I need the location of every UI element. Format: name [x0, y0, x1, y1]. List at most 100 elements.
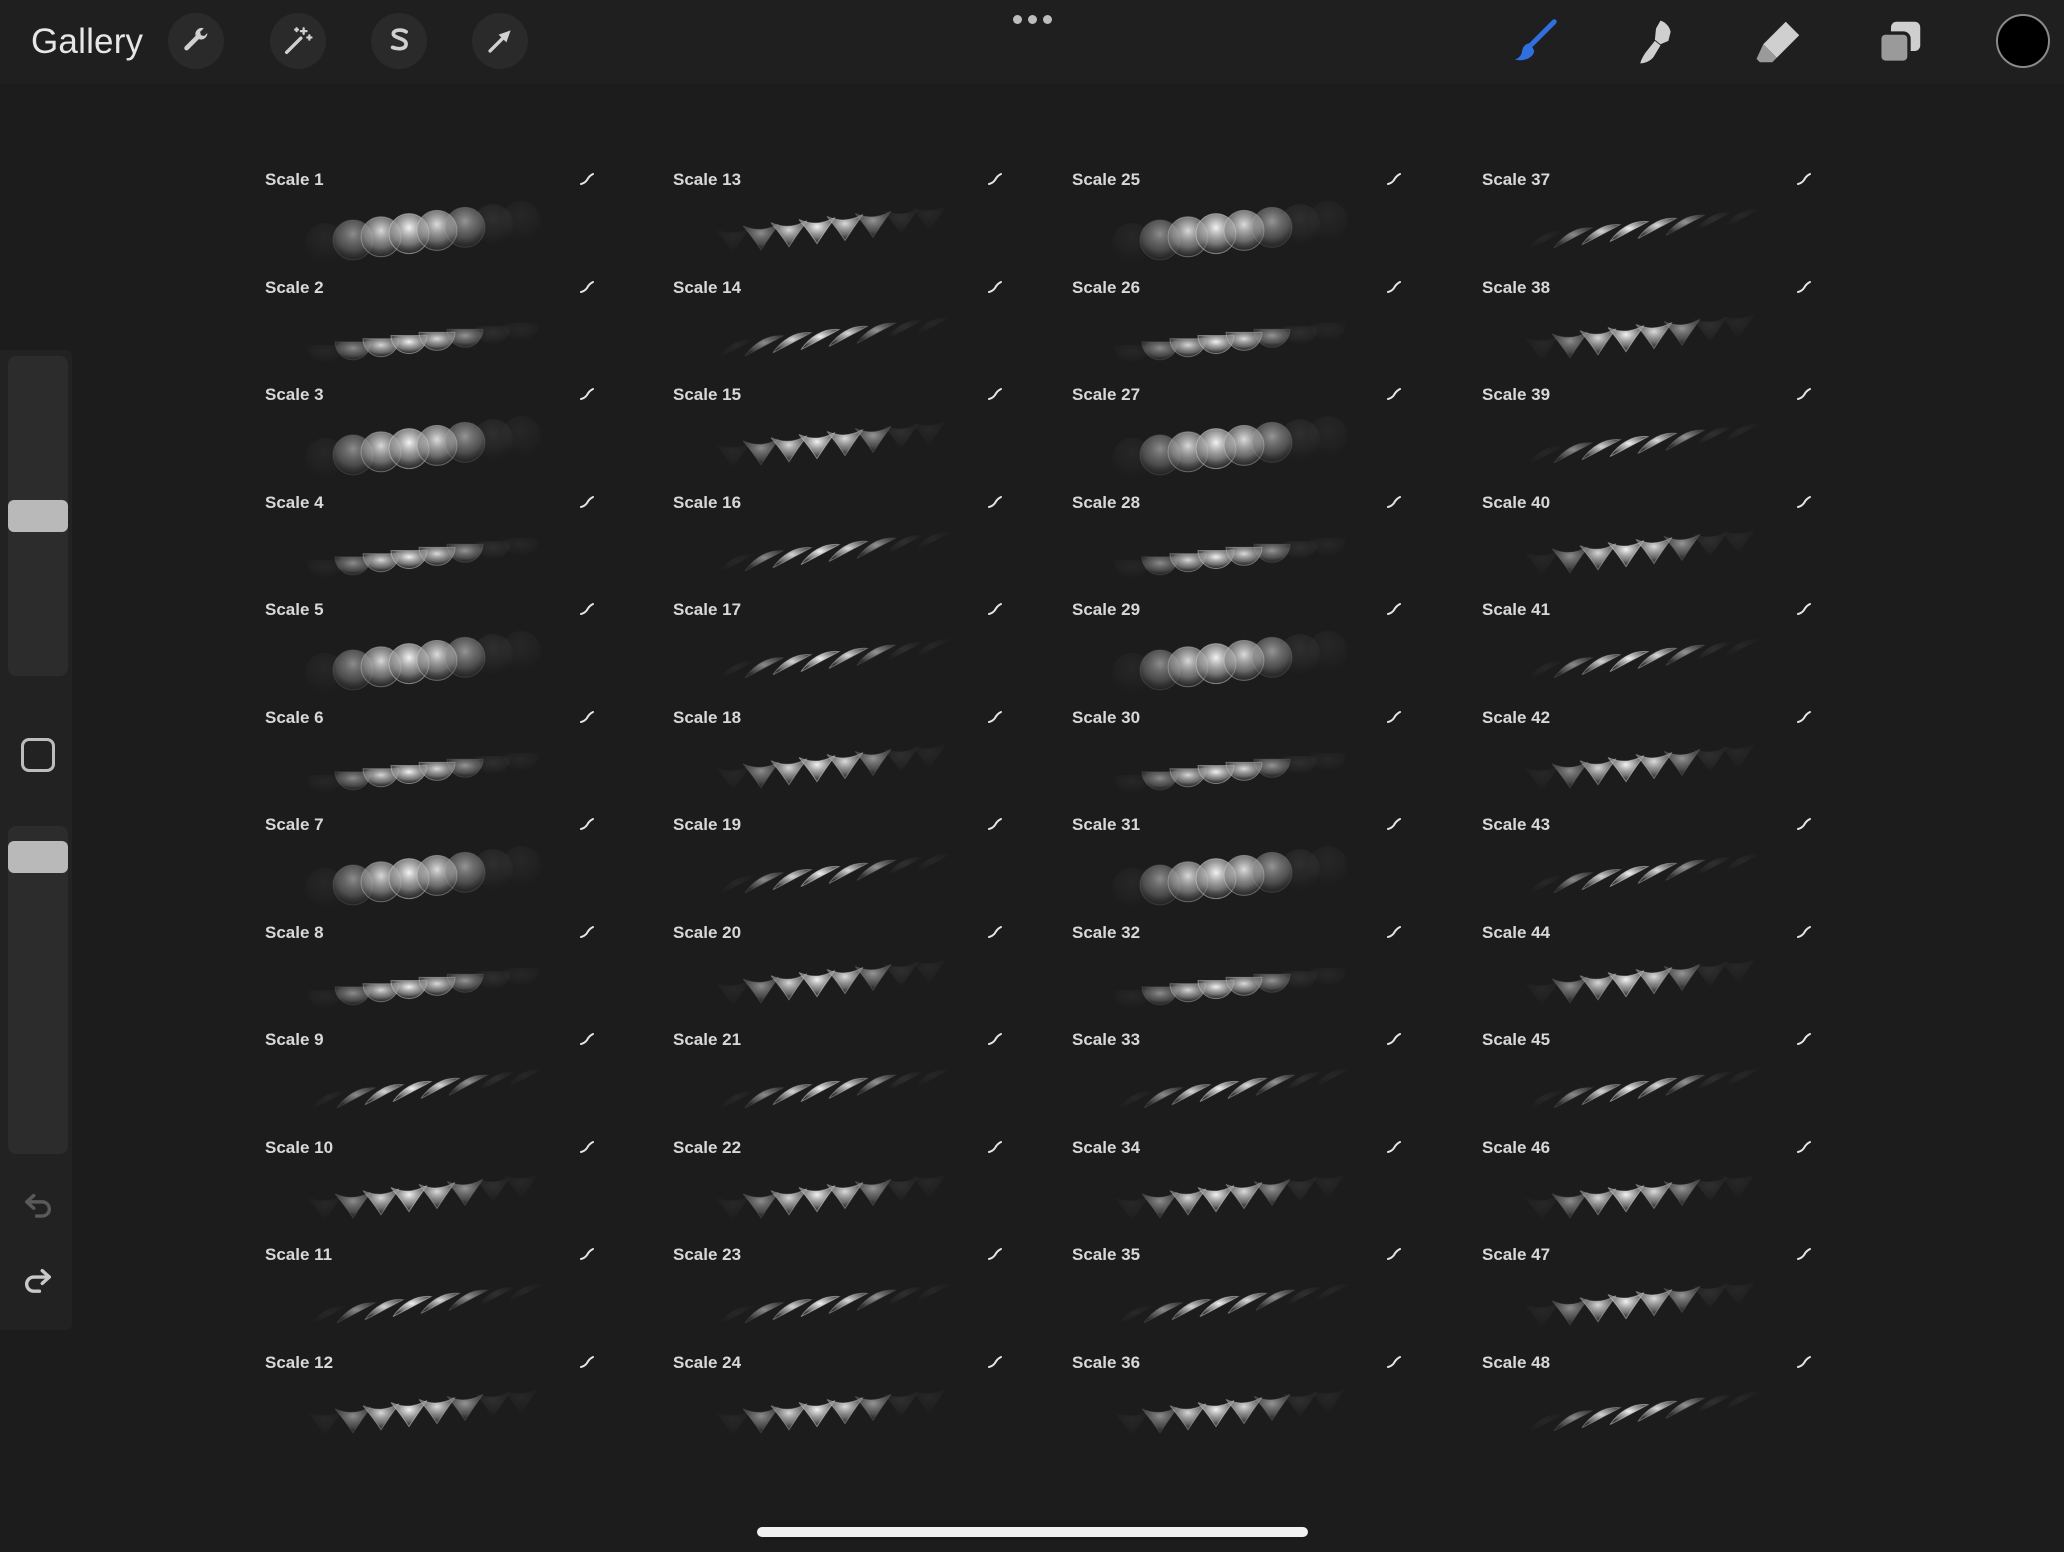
- brush-item[interactable]: Scale 35: [1072, 1245, 1402, 1345]
- brush-stroke-preview: [717, 531, 951, 574]
- redo-button[interactable]: [18, 1262, 58, 1302]
- brush-item[interactable]: Scale 40: [1482, 493, 1812, 593]
- brush-name: Scale 32: [1072, 922, 1141, 942]
- brush-item[interactable]: Scale 8: [265, 923, 595, 1023]
- brush-item[interactable]: Scale 34: [1072, 1138, 1402, 1238]
- adjustments-button[interactable]: [270, 13, 326, 69]
- brush-item[interactable]: Scale 33: [1072, 1030, 1402, 1130]
- brush-item[interactable]: Scale 46: [1482, 1138, 1812, 1238]
- undo-button[interactable]: [18, 1184, 58, 1224]
- brush-item[interactable]: Scale 7: [265, 815, 595, 915]
- scale-stamp: [1114, 1194, 1150, 1221]
- scale-stamp: [1310, 537, 1346, 556]
- scale-stamp: [390, 1399, 428, 1427]
- brush-item[interactable]: Scale 27: [1072, 385, 1402, 485]
- scale-stamp: [1526, 445, 1564, 466]
- scale-stamp: [1607, 1292, 1645, 1320]
- scale-stamp: [770, 220, 808, 248]
- brush-item[interactable]: Scale 39: [1482, 385, 1812, 485]
- layers-button[interactable]: [1868, 10, 1932, 74]
- brush-stroke-preview: [307, 322, 539, 363]
- scale-stamp: [475, 1175, 511, 1202]
- brush-item[interactable]: Scale 43: [1482, 815, 1812, 915]
- eraser-tool-button[interactable]: [1747, 10, 1811, 74]
- brush-item[interactable]: Scale 48: [1482, 1353, 1812, 1453]
- brush-stroke-icon: [1387, 173, 1401, 185]
- brush-item[interactable]: Scale 25: [1072, 170, 1402, 270]
- brush-item[interactable]: Scale 41: [1482, 600, 1812, 700]
- brush-item[interactable]: Scale 23: [673, 1245, 1003, 1345]
- brush-item[interactable]: Scale 11: [265, 1245, 595, 1345]
- scale-stamp: [1141, 1190, 1179, 1219]
- gallery-button[interactable]: Gallery: [31, 22, 143, 62]
- brush-item[interactable]: Scale 32: [1072, 923, 1402, 1023]
- brush-item[interactable]: Scale 38: [1482, 278, 1812, 378]
- brush-item[interactable]: Scale 13: [673, 170, 1003, 270]
- color-picker-swatch[interactable]: [1996, 14, 2050, 68]
- scale-stamp: [501, 201, 541, 241]
- brush-item[interactable]: Scale 2: [265, 278, 595, 378]
- opacity-slider[interactable]: [8, 826, 68, 1154]
- brush-item[interactable]: Scale 17: [673, 600, 1003, 700]
- actions-button[interactable]: [168, 13, 224, 69]
- scale-stamp: [1524, 764, 1560, 791]
- home-indicator[interactable]: [757, 1527, 1308, 1537]
- brush-item[interactable]: Scale 1: [265, 170, 595, 270]
- selection-button[interactable]: [371, 13, 427, 69]
- brush-item[interactable]: Scale 21: [673, 1030, 1003, 1130]
- scale-stamp: [334, 1405, 372, 1434]
- brush-stroke-icon: [1387, 388, 1401, 400]
- brush-item[interactable]: Scale 19: [673, 815, 1003, 915]
- brush-item[interactable]: Scale 16: [673, 493, 1003, 593]
- brush-stroke-preview: [715, 957, 947, 1006]
- brush-stroke-preview: [1112, 416, 1348, 478]
- opacity-thumb[interactable]: [8, 840, 68, 873]
- brush-item[interactable]: Scale 10: [265, 1138, 595, 1238]
- scale-stamp: [501, 631, 541, 671]
- scale-stamp: [1720, 1280, 1756, 1306]
- scale-stamp: [1720, 1172, 1756, 1199]
- transform-button[interactable]: [472, 13, 528, 69]
- smudge-tool-button[interactable]: [1624, 10, 1688, 74]
- brush-item[interactable]: Scale 15: [673, 385, 1003, 485]
- scale-stamp: [1635, 1288, 1673, 1317]
- scale-stamp: [854, 1178, 892, 1206]
- brush-item[interactable]: Scale 30: [1072, 708, 1402, 808]
- brush-tool-button[interactable]: [1502, 10, 1566, 74]
- scale-stamp: [1253, 1393, 1291, 1421]
- brush-item[interactable]: Scale 14: [673, 278, 1003, 378]
- brush-item[interactable]: Scale 47: [1482, 1245, 1812, 1345]
- brush-item[interactable]: Scale 36: [1072, 1353, 1402, 1453]
- brush-item[interactable]: Scale 3: [265, 385, 595, 485]
- modify-button[interactable]: [21, 738, 55, 772]
- scale-stamp: [1524, 1302, 1560, 1328]
- brush-item[interactable]: Scale 28: [1072, 493, 1402, 593]
- brush-item[interactable]: Scale 20: [673, 923, 1003, 1023]
- brush-item[interactable]: Scale 5: [265, 600, 595, 700]
- brush-stroke-icon: [580, 388, 594, 400]
- brush-stroke-icon: [580, 495, 594, 508]
- brush-item[interactable]: Scale 22: [673, 1138, 1003, 1238]
- brush-item[interactable]: Scale 6: [265, 708, 595, 808]
- brush-item[interactable]: Scale 18: [673, 708, 1003, 808]
- brush-item[interactable]: Scale 42: [1482, 708, 1812, 808]
- brush-item[interactable]: Scale 31: [1072, 815, 1402, 915]
- brush-item[interactable]: Scale 9: [265, 1030, 595, 1130]
- scale-stamp: [1526, 1090, 1564, 1111]
- more-options-icon[interactable]: [1013, 15, 1053, 29]
- scale-stamp: [1308, 416, 1348, 456]
- brush-name: Scale 19: [673, 815, 742, 834]
- brush-item[interactable]: Scale 26: [1072, 278, 1402, 378]
- brush-item[interactable]: Scale 37: [1482, 170, 1812, 270]
- brush-size-thumb[interactable]: [8, 500, 68, 532]
- brush-name: Scale 35: [1072, 1245, 1141, 1264]
- brush-item[interactable]: Scale 44: [1482, 923, 1812, 1023]
- scale-stamp: [770, 435, 808, 463]
- brush-stroke-icon: [1387, 710, 1401, 723]
- brush-item[interactable]: Scale 45: [1482, 1030, 1812, 1130]
- brush-item[interactable]: Scale 4: [265, 493, 595, 593]
- brush-item[interactable]: Scale 29: [1072, 600, 1402, 700]
- scale-stamp: [742, 1190, 780, 1219]
- brush-item[interactable]: Scale 12: [265, 1353, 595, 1453]
- brush-item[interactable]: Scale 24: [673, 1353, 1003, 1453]
